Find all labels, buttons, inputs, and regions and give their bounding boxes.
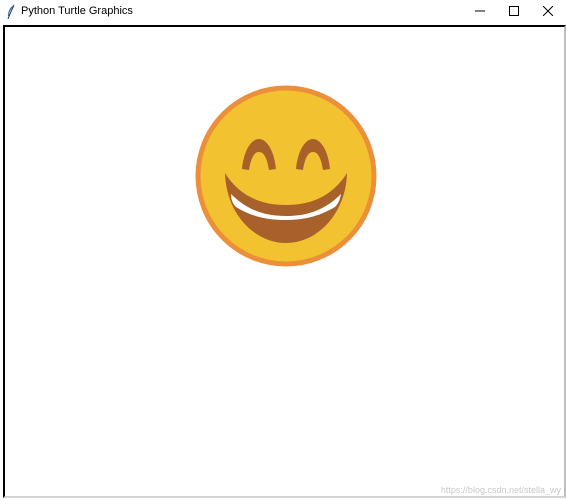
- close-button[interactable]: [531, 0, 565, 22]
- close-icon: [543, 6, 553, 16]
- window-title: Python Turtle Graphics: [21, 5, 133, 17]
- turtle-canvas-frame: [3, 25, 566, 498]
- turtle-window: Python Turtle Graphics https://blog.csdn…: [0, 0, 567, 500]
- title-bar[interactable]: Python Turtle Graphics: [0, 0, 567, 24]
- minimize-button[interactable]: [463, 0, 497, 22]
- minimize-icon: [475, 10, 485, 12]
- turtle-canvas[interactable]: [5, 27, 564, 496]
- maximize-button[interactable]: [497, 0, 531, 22]
- feather-icon: [7, 4, 15, 20]
- maximize-icon: [509, 6, 519, 16]
- watermark: https://blog.csdn.net/stella_wy: [440, 485, 561, 495]
- smiley-drawing: [195, 85, 377, 267]
